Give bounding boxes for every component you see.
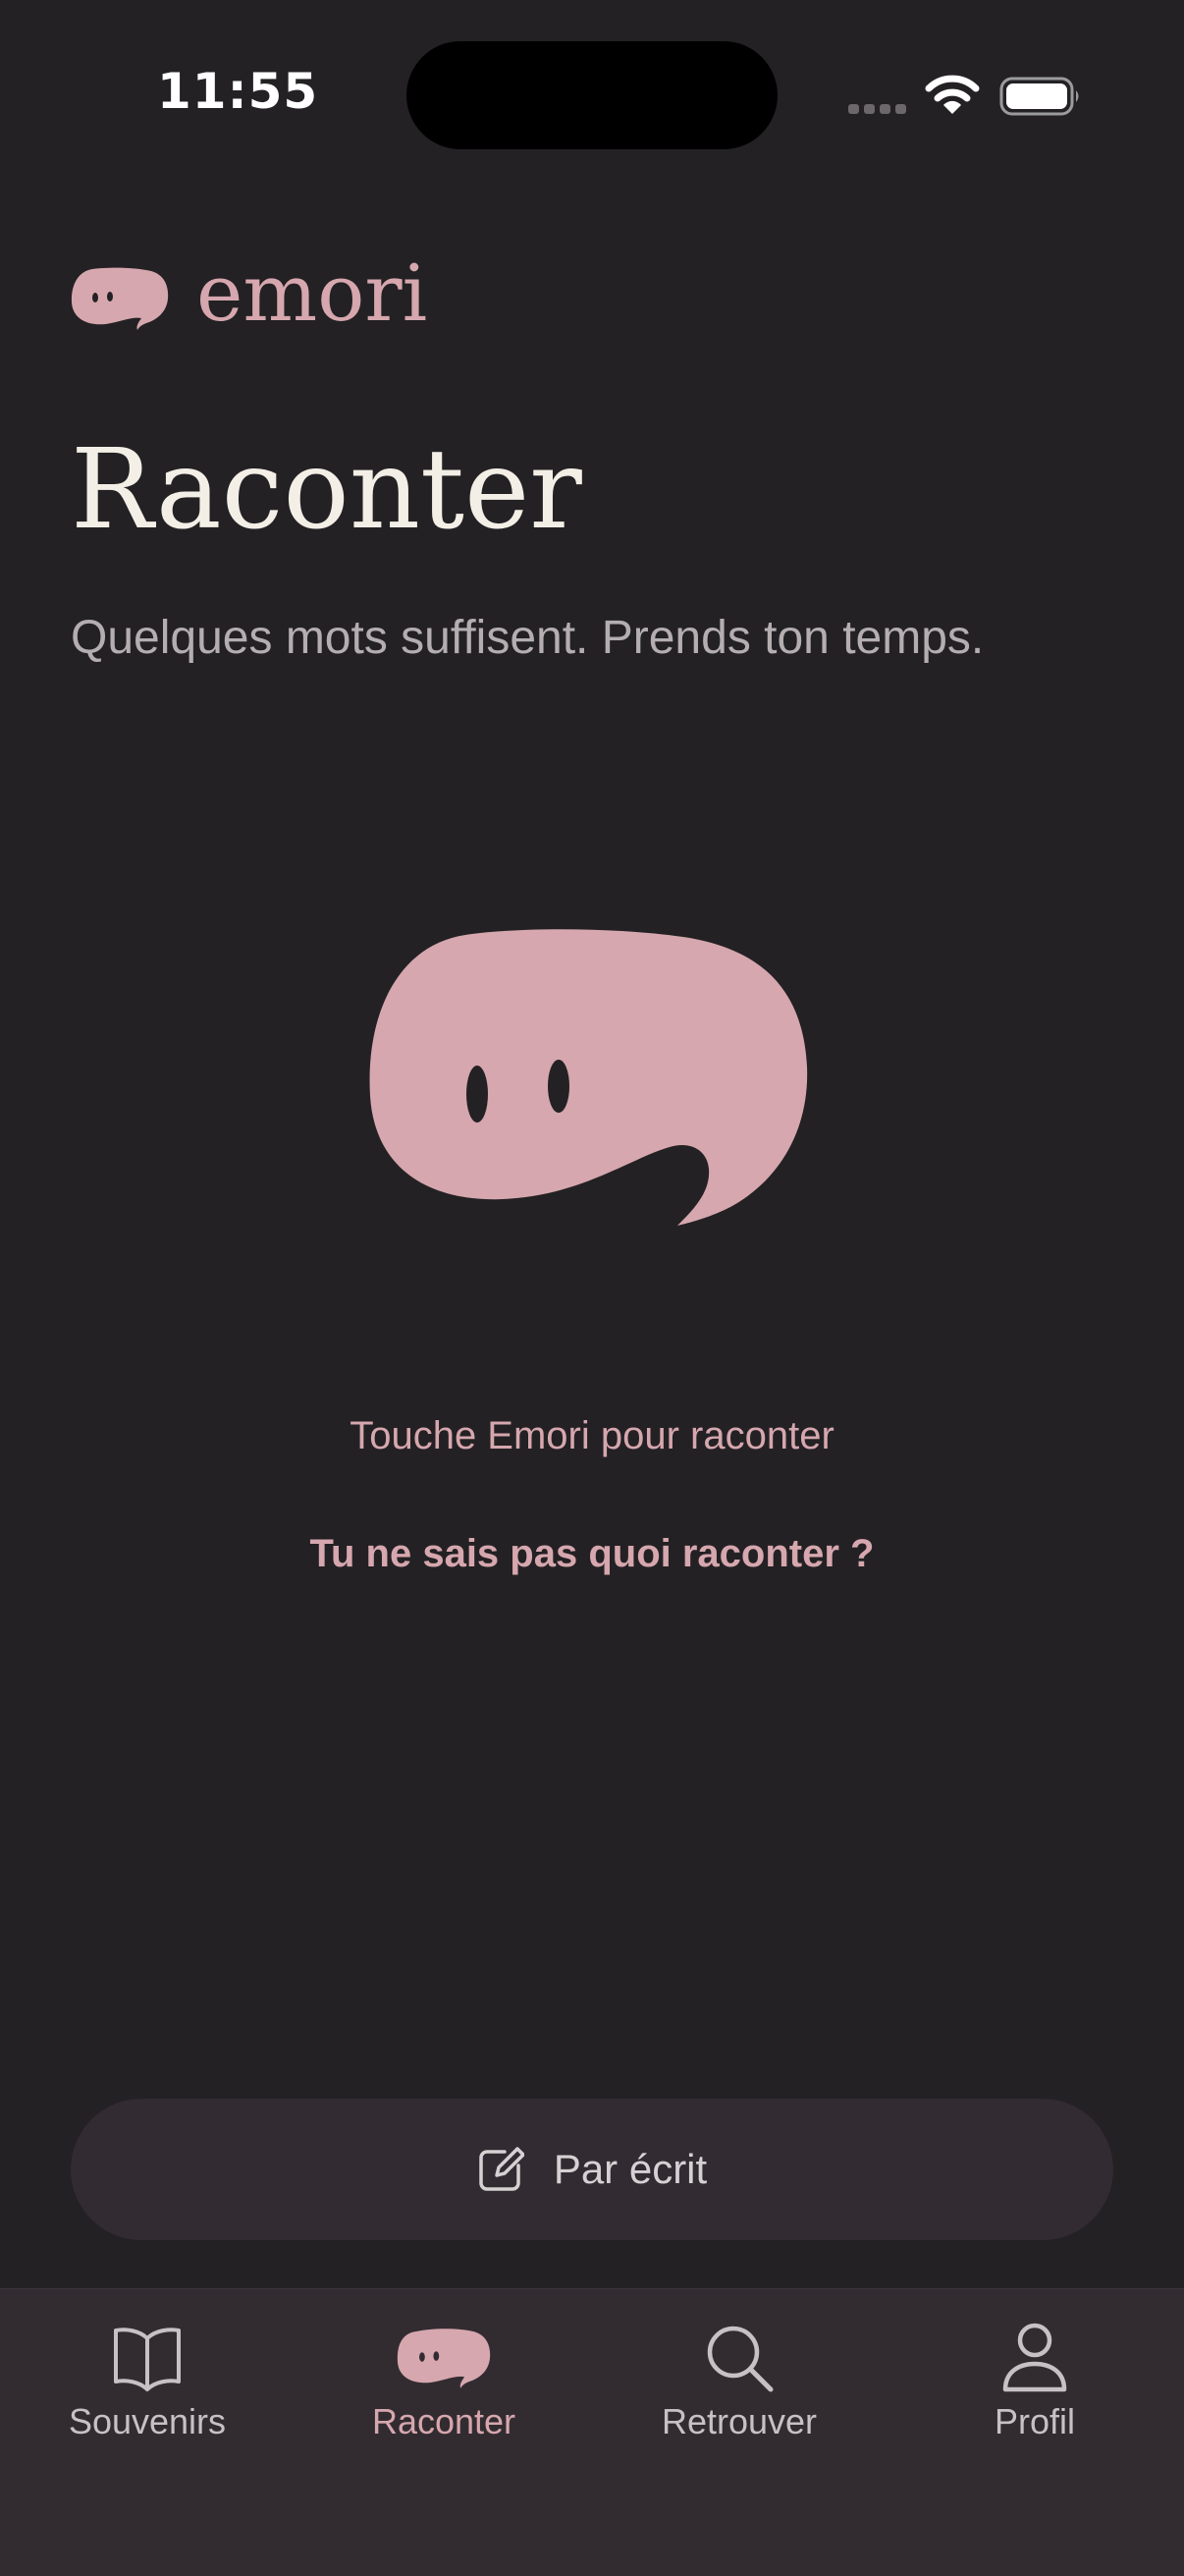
tab-souvenirs[interactable]: Souvenirs [0,2323,295,2480]
tab-bar: Souvenirs Raconter Retrouver Profil [0,2288,1184,2576]
tap-hint-text: Touche Emori pour raconter [350,1414,834,1457]
write-mode-label: Par écrit [553,2146,708,2192]
emori-mascot-bubble-icon [369,929,808,1226]
tab-label: Souvenirs [68,2401,227,2441]
page-subtitle: Quelques mots suffisent. Prends ton temp… [71,612,985,664]
brand-name: emori [196,247,428,339]
battery-icon [999,77,1079,116]
dynamic-island [406,41,778,149]
idea-prompt-link[interactable]: Tu ne sais pas quoi raconter ? [0,1532,1184,1576]
cellular-signal-icon [848,104,906,114]
wifi-icon [925,75,980,114]
emori-mascot-button[interactable] [369,929,811,1226]
tab-profil[interactable]: Profil [888,2323,1182,2480]
compose-icon [479,2147,524,2191]
brand-header: emori [71,246,427,354]
speech-bubble-mascot-icon [397,2329,491,2388]
tab-retrouver[interactable]: Retrouver [592,2323,887,2480]
tab-label: Raconter [371,2401,516,2441]
speech-bubble-mascot-icon [71,267,169,330]
status-time: 11:55 [157,63,319,120]
search-icon [707,2326,774,2392]
person-icon [1002,2323,1067,2392]
tab-label: Profil [994,2401,1076,2441]
tab-raconter[interactable]: Raconter [296,2323,591,2480]
status-bar: 11:55 [0,0,1184,157]
write-mode-button[interactable]: Par écrit [71,2099,1113,2240]
page-title: Raconter [71,426,582,554]
open-book-icon [114,2328,181,2391]
tab-label: Retrouver [661,2401,818,2441]
